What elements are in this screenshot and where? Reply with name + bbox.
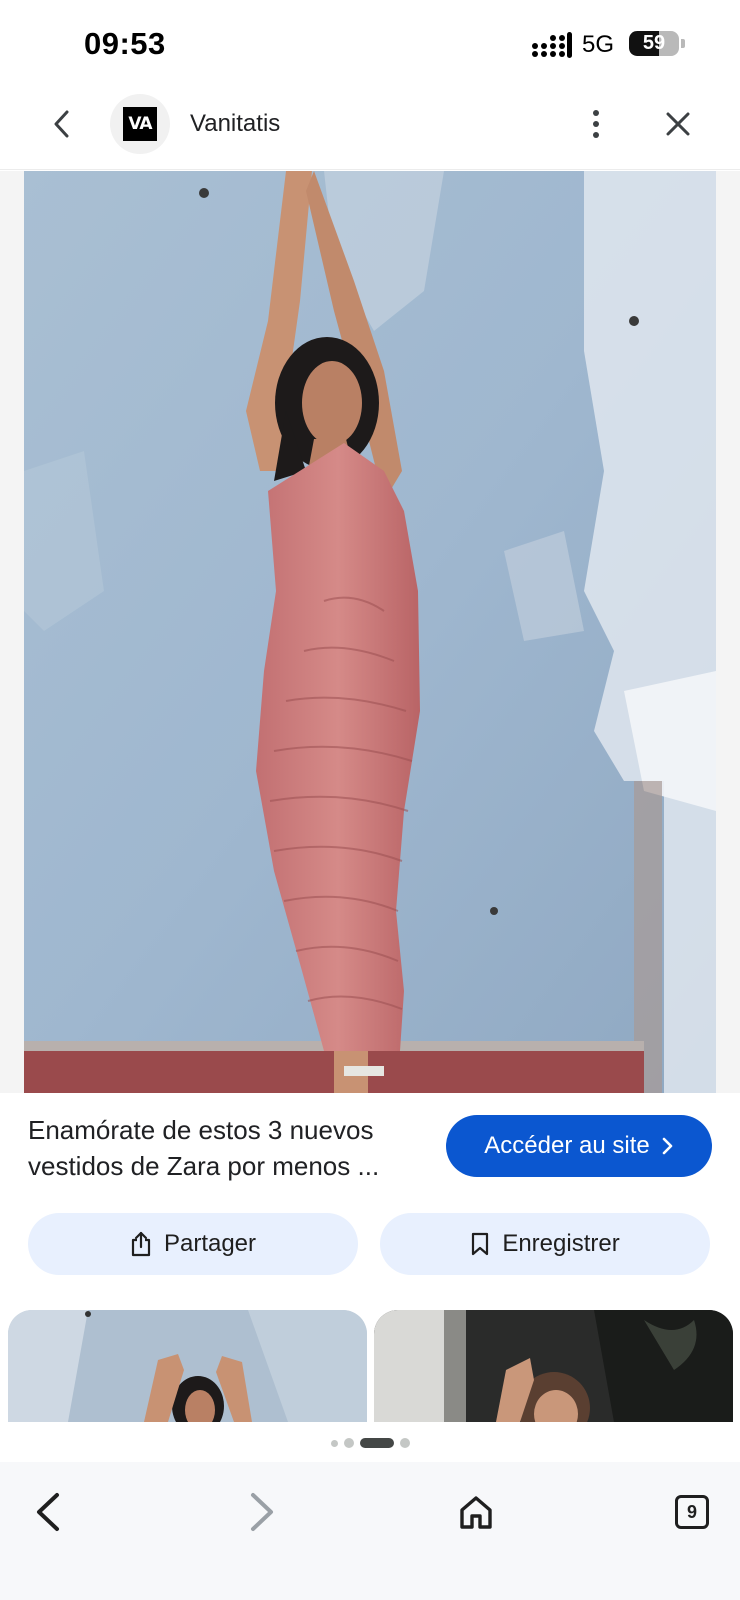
site-avatar[interactable]: VA bbox=[110, 94, 170, 154]
share-label: Partager bbox=[163, 1230, 257, 1257]
main-image[interactable] bbox=[24, 171, 716, 1093]
related-image-1[interactable] bbox=[8, 1310, 367, 1422]
browser-bottom-nav: 9 bbox=[0, 1462, 740, 1600]
page-dot bbox=[399, 1438, 410, 1448]
more-options-button[interactable] bbox=[578, 106, 614, 142]
chevron-right-icon bbox=[662, 1137, 673, 1155]
nav-home-button[interactable] bbox=[448, 1484, 504, 1540]
nav-back-button[interactable] bbox=[20, 1484, 76, 1540]
share-icon bbox=[131, 1231, 151, 1257]
status-bar: 09:53 5G 59 bbox=[0, 0, 740, 88]
related-photo-2 bbox=[374, 1310, 733, 1422]
more-vertical-icon bbox=[593, 110, 599, 116]
visit-site-label: Accéder au site bbox=[484, 1132, 650, 1159]
status-time: 09:53 bbox=[84, 26, 166, 61]
battery-percent: 59 bbox=[642, 32, 666, 54]
save-button[interactable]: Enregistrer bbox=[380, 1213, 710, 1275]
battery-icon: 59 bbox=[629, 31, 679, 56]
caption-line-2: vestidos de Zara por menos ... bbox=[28, 1151, 380, 1181]
page-dot bbox=[343, 1438, 354, 1448]
page-dot-active bbox=[359, 1438, 394, 1448]
arrow-forward-icon bbox=[251, 1493, 273, 1531]
bookmark-icon bbox=[472, 1232, 489, 1256]
related-image-2[interactable] bbox=[374, 1310, 733, 1422]
battery-cap bbox=[681, 39, 685, 48]
nav-forward-button[interactable] bbox=[234, 1484, 290, 1540]
tabs-button[interactable]: 9 bbox=[664, 1484, 720, 1540]
tabs-count: 9 bbox=[675, 1495, 709, 1529]
page-dot bbox=[330, 1439, 338, 1447]
chevron-left-icon bbox=[54, 110, 69, 138]
related-photo-1 bbox=[8, 1310, 367, 1422]
site-logo: VA bbox=[123, 107, 157, 141]
cellular-signal-icon bbox=[532, 32, 572, 58]
close-button[interactable] bbox=[660, 106, 696, 142]
back-button[interactable] bbox=[44, 106, 80, 142]
arrow-back-icon bbox=[37, 1493, 59, 1531]
image-viewer bbox=[0, 171, 740, 1093]
fashion-photo bbox=[24, 171, 716, 1093]
site-name[interactable]: Vanitatis bbox=[190, 110, 280, 138]
close-icon bbox=[666, 112, 690, 136]
caption-line-1: Enamórate de estos 3 nuevos bbox=[28, 1115, 374, 1145]
network-label: 5G bbox=[582, 31, 615, 58]
share-button[interactable]: Partager bbox=[28, 1213, 358, 1275]
app-header: VA Vanitatis bbox=[0, 88, 740, 170]
result-caption[interactable]: Enamórate de estos 3 nuevos vestidos de … bbox=[28, 1112, 428, 1184]
pagination-dots bbox=[0, 1434, 740, 1452]
save-label: Enregistrer bbox=[502, 1230, 620, 1257]
visit-site-button[interactable]: Accéder au site bbox=[446, 1115, 712, 1177]
home-icon bbox=[460, 1496, 492, 1529]
